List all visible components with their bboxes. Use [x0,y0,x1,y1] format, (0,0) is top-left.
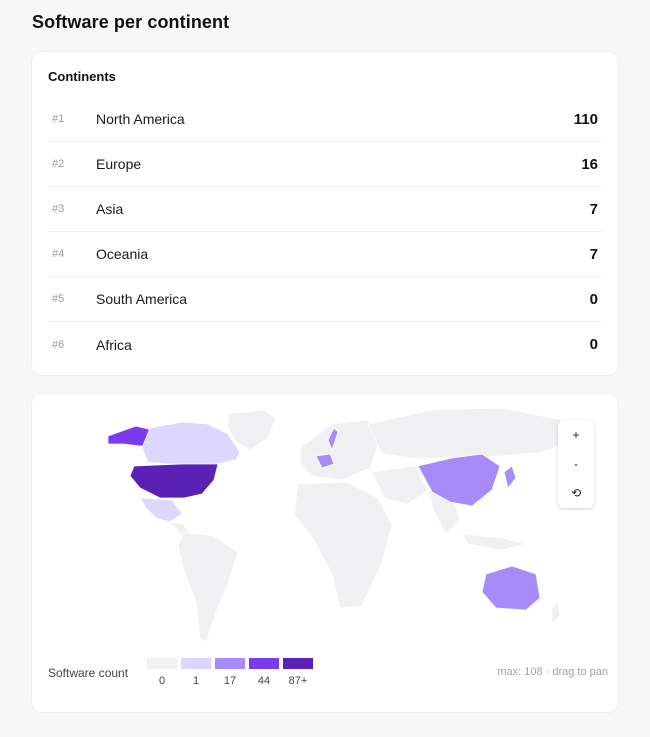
continent-row-north-america[interactable]: #1 North America 110 [48,97,602,142]
map-region-new-zealand[interactable] [551,601,561,625]
world-map-card: + - ⟲ Software count 0 1 17 44 87+ max: … [32,394,618,712]
map-region-middle-east[interactable] [371,465,429,505]
world-map[interactable] [32,394,618,654]
rank-label: #5 [52,293,65,305]
legend-step: 87+ [282,658,314,687]
continent-name: Oceania [96,246,149,262]
legend-value: 44 [257,675,271,687]
continent-row-oceania[interactable]: #4 Oceania 7 [48,232,602,277]
legend-value: 87+ [288,675,308,687]
legend-swatch [283,658,313,669]
continent-row-asia[interactable]: #3 Asia 7 [48,187,602,232]
map-region-greenland[interactable] [227,409,277,451]
continent-name: South America [96,291,188,307]
legend-swatch [147,658,177,669]
continent-name: North America [96,111,185,127]
map-legend: Software count 0 1 17 44 87+ max: 108 · … [48,656,608,687]
zoom-in-button[interactable]: + [558,420,594,449]
legend-value: 1 [192,675,200,687]
map-region-africa[interactable] [293,481,393,609]
software-count: 0 [589,290,598,308]
software-count: 0 [589,336,598,353]
legend-step: 44 [248,658,280,687]
continent-name: Europe [96,156,142,172]
legend-step: 17 [214,658,246,687]
continent-row-europe[interactable]: #2 Europe 16 [48,142,602,187]
zoom-controls: + - ⟲ [558,420,594,508]
legend-step: 1 [180,658,212,687]
legend-value: 0 [158,675,166,687]
map-region-usa[interactable] [129,463,219,499]
map-region-south-america[interactable] [177,531,239,643]
legend-label: Software count [48,666,129,680]
software-count: 7 [589,245,598,263]
continents-heading: Continents [48,69,116,84]
page-title: Software per continent [32,12,230,32]
rank-label: #6 [52,338,65,351]
map-region-mexico[interactable] [139,497,183,523]
zoom-out-button[interactable]: - [558,449,594,478]
rank-label: #1 [52,113,65,125]
software-count: 110 [573,110,598,128]
continent-name: Asia [96,201,124,217]
reset-view-button[interactable]: ⟲ [558,479,594,508]
rank-label: #4 [52,248,65,260]
software-count: 7 [589,200,598,218]
legend-swatch [215,658,245,669]
continents-list: #1 North America 110 #2 Europe 16 #3 Asi… [48,97,602,367]
rank-label: #2 [52,158,65,170]
rank-label: #3 [52,203,65,215]
map-region-europe[interactable] [299,419,381,481]
map-region-indonesia[interactable] [461,533,527,551]
legend-swatch [181,658,211,669]
continent-row-south-america[interactable]: #5 South America 0 [48,277,602,322]
legend-swatches: 0 1 17 44 87+ [146,658,314,687]
map-region-australia[interactable] [481,565,541,611]
continent-name: Africa [96,336,132,353]
legend-swatch [249,658,279,669]
continent-row-africa[interactable]: #6 Africa 0 [48,322,602,367]
map-region-japan[interactable] [503,465,517,489]
legend-value: 17 [223,675,237,687]
legend-step: 0 [146,658,178,687]
legend-note: max: 108 · drag to pan [497,666,608,678]
continents-card: Continents #1 North America 110 #2 Europ… [32,52,618,375]
map-region-canada[interactable] [141,421,241,465]
software-count: 16 [581,155,598,173]
map-region-russia[interactable] [367,407,573,459]
